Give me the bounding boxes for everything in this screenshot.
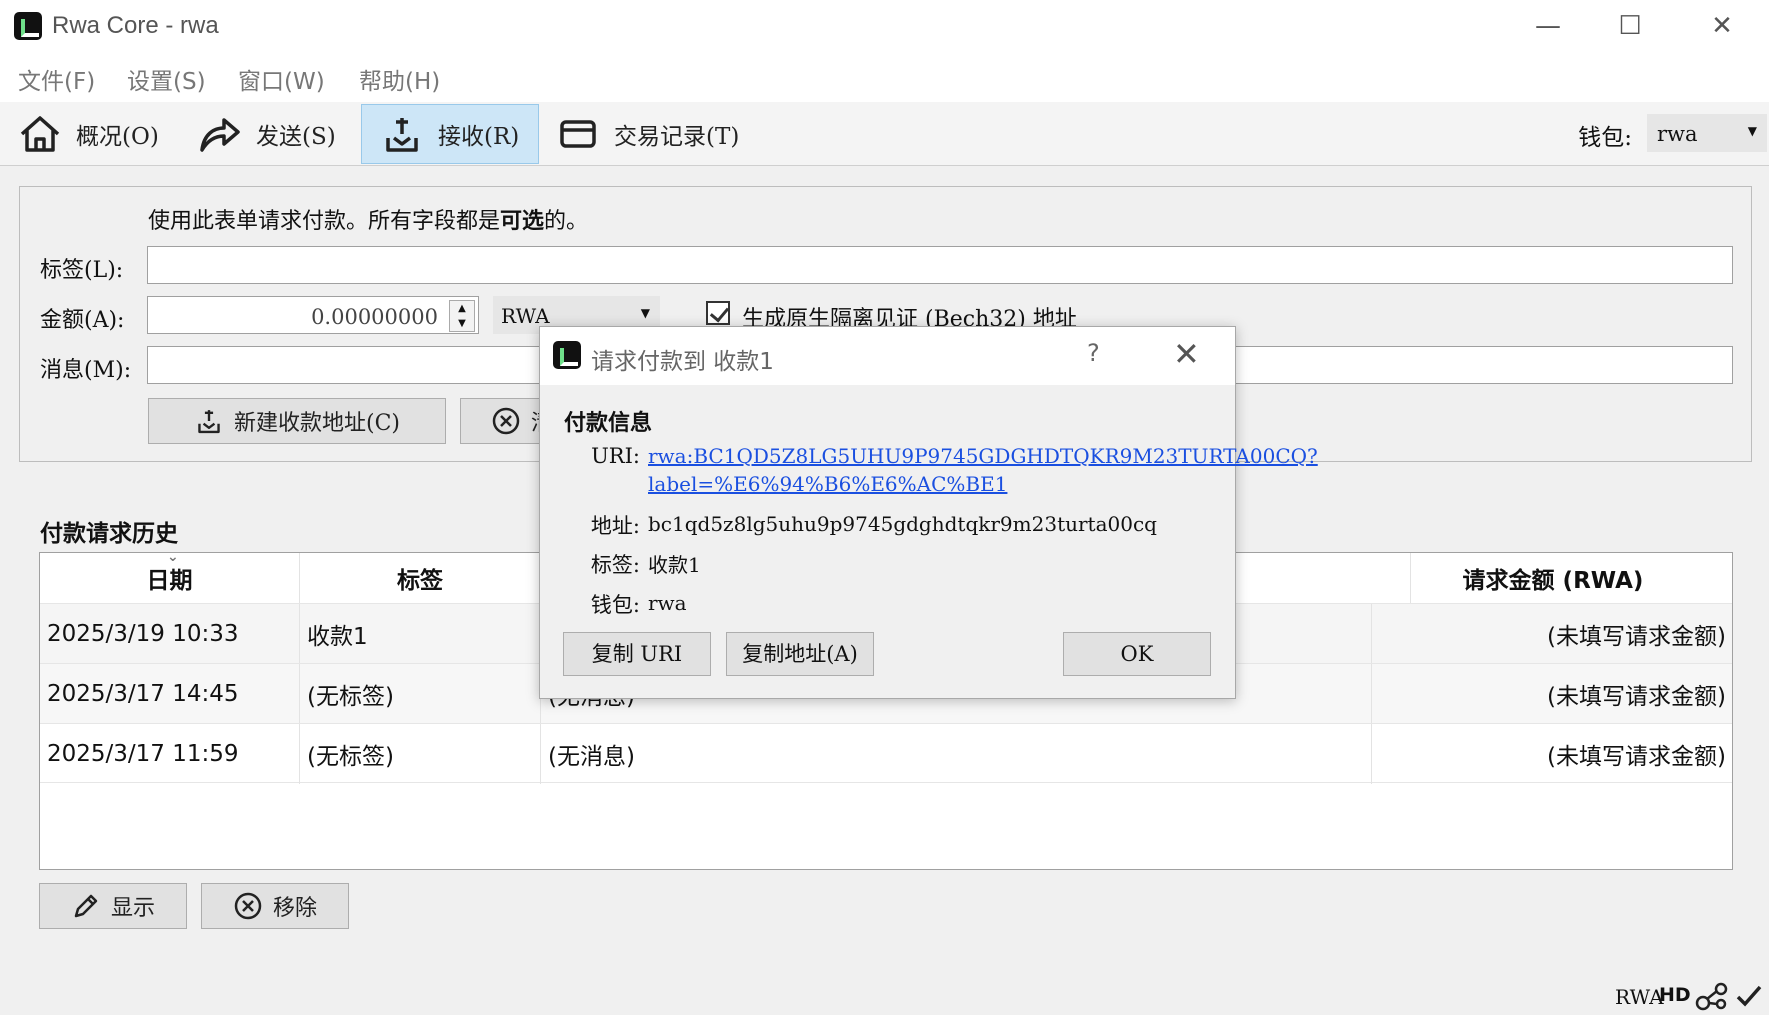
- amount-value: 0.00000000: [311, 305, 438, 329]
- tab-receive[interactable]: 接收(R): [361, 104, 539, 164]
- network-icon[interactable]: [1695, 981, 1729, 1011]
- row-amount: (未填写请求金额): [1547, 684, 1726, 710]
- window-title: Rwa Core - rwa: [52, 12, 219, 39]
- row-date: 2025/3/17 11:59: [40, 724, 300, 784]
- tab-receive-label: 接收(R): [438, 124, 520, 150]
- close-button[interactable]: ✕: [1692, 8, 1752, 44]
- unit-select-value: RWA: [501, 304, 550, 328]
- tab-overview-label: 概况(O): [76, 124, 159, 150]
- message-field-label: 消息(M):: [40, 358, 132, 383]
- tab-transactions-label: 交易记录(T): [614, 124, 740, 150]
- tab-send-label: 发送(S): [256, 124, 336, 150]
- uri-line-1[interactable]: rwa:BC1QD5Z8LG5UHU9P9745GDGHDTQKR9M23TUR…: [648, 444, 1318, 468]
- receive-icon: [198, 410, 220, 434]
- wallet-label: 钱包:: [1578, 125, 1632, 151]
- remove-label: 移除: [272, 896, 317, 921]
- home-icon: [20, 116, 60, 152]
- remove-x-icon: [234, 892, 262, 920]
- wallet-select[interactable]: rwa ▼: [1647, 114, 1767, 152]
- row-label: (无标签): [300, 664, 541, 724]
- dialog-title-bar: 请求付款到 收款1 ? ✕: [540, 327, 1235, 385]
- address-value: bc1qd5z8lg5uhu9p9745gdghdtqkr9m23turta00…: [648, 512, 1157, 536]
- maximize-button[interactable]: ☐: [1600, 8, 1660, 44]
- status-unit[interactable]: RWA: [1615, 985, 1664, 1009]
- table-row[interactable]: 2025/3/17 11:59 (无标签) (无消息) (未填写请求金额): [40, 723, 1732, 784]
- toolbar: 概况(O) 发送(S) 接收(R) 交易记录(T): [0, 102, 1769, 166]
- address-key: 地址:: [590, 514, 640, 538]
- dialog-title: 请求付款到 收款1: [591, 349, 774, 375]
- column-amount[interactable]: 请求金额 (RWA): [1372, 553, 1732, 603]
- row-date: 2025/3/17 14:45: [40, 664, 300, 724]
- tab-send[interactable]: 发送(S): [180, 104, 348, 164]
- new-address-label: 新建收款地址(C): [234, 411, 400, 436]
- tab-overview[interactable]: 概况(O): [0, 104, 171, 164]
- bech32-checkbox[interactable]: [706, 301, 730, 325]
- uri-line-2[interactable]: label=%E6%94%B6%E6%AC%BE1: [648, 472, 1318, 496]
- ok-button[interactable]: OK: [1063, 632, 1211, 676]
- amount-spinner[interactable]: ▲ ▼: [449, 300, 475, 332]
- menu-settings[interactable]: 设置(S): [127, 62, 206, 96]
- sort-indicator-icon: ⌄: [167, 552, 179, 565]
- label-key: 标签:: [590, 553, 640, 577]
- amount-field-label: 金额(A):: [40, 308, 125, 333]
- form-hint: 使用此表单请求付款。所有字段都是可选的。: [148, 208, 589, 234]
- payment-request-dialog: 请求付款到 收款1 ? ✕ 付款信息 URI: rwa:BC1QD5Z8LG5U…: [539, 326, 1318, 699]
- dialog-heading: 付款信息: [564, 411, 653, 436]
- column-date[interactable]: ⌄ 日期: [40, 553, 300, 603]
- wallet-key: 钱包:: [590, 593, 640, 617]
- label-field-label: 标签(L):: [40, 258, 124, 283]
- row-label: 收款1: [300, 604, 541, 664]
- show-label: 显示: [110, 896, 155, 921]
- show-button[interactable]: 显示: [39, 883, 187, 929]
- uri-key: URI:: [591, 444, 640, 468]
- row-amount: (未填写请求金额): [1547, 744, 1726, 770]
- send-arrow-icon: [200, 118, 240, 152]
- clear-x-icon: [492, 407, 520, 435]
- copy-uri-button[interactable]: 复制 URI: [563, 632, 711, 676]
- row-label: (无标签): [300, 724, 541, 784]
- remove-button[interactable]: 移除: [201, 883, 349, 929]
- row-date: 2025/3/19 10:33: [40, 604, 300, 664]
- new-address-button[interactable]: 新建收款地址(C): [148, 398, 446, 444]
- pencil-icon: [74, 894, 98, 918]
- copy-address-button[interactable]: 复制地址(A): [726, 632, 874, 676]
- minimize-button[interactable]: —: [1518, 8, 1578, 44]
- wallet-select-value: rwa: [1657, 122, 1698, 146]
- tab-transactions[interactable]: 交易记录(T): [538, 104, 751, 164]
- chevron-down-icon: ▼: [1747, 124, 1757, 138]
- chevron-down-icon: ▼: [640, 306, 650, 320]
- card-icon: [560, 120, 596, 148]
- dialog-close-button[interactable]: ✕: [1173, 335, 1200, 373]
- menu-bar: 文件(F) 设置(S) 窗口(W) 帮助(H): [0, 50, 1769, 102]
- sync-check-icon[interactable]: [1735, 982, 1763, 1010]
- row-message: (无消息): [541, 724, 1372, 784]
- menu-file[interactable]: 文件(F): [18, 62, 95, 96]
- uri-link[interactable]: rwa:BC1QD5Z8LG5UHU9P9745GDGHDTQKR9M23TUR…: [648, 444, 1318, 496]
- dialog-help-button[interactable]: ?: [1087, 339, 1100, 367]
- app-logo-icon: [14, 12, 42, 40]
- label-input[interactable]: [147, 246, 1733, 284]
- amount-input[interactable]: 0.00000000 ▲ ▼: [147, 296, 479, 334]
- status-hd: HD: [1659, 984, 1691, 1006]
- row-amount: (未填写请求金额): [1547, 624, 1726, 650]
- menu-help[interactable]: 帮助(H): [359, 62, 440, 96]
- title-bar: Rwa Core - rwa — ☐ ✕: [0, 0, 1769, 50]
- menu-window[interactable]: 窗口(W): [238, 62, 325, 96]
- history-title: 付款请求历史: [40, 521, 178, 547]
- wallet-value: rwa: [648, 591, 687, 615]
- app-logo-icon: [553, 341, 581, 369]
- column-label[interactable]: 标签: [300, 553, 541, 603]
- label-value: 收款1: [648, 553, 701, 577]
- receive-icon: [386, 118, 418, 152]
